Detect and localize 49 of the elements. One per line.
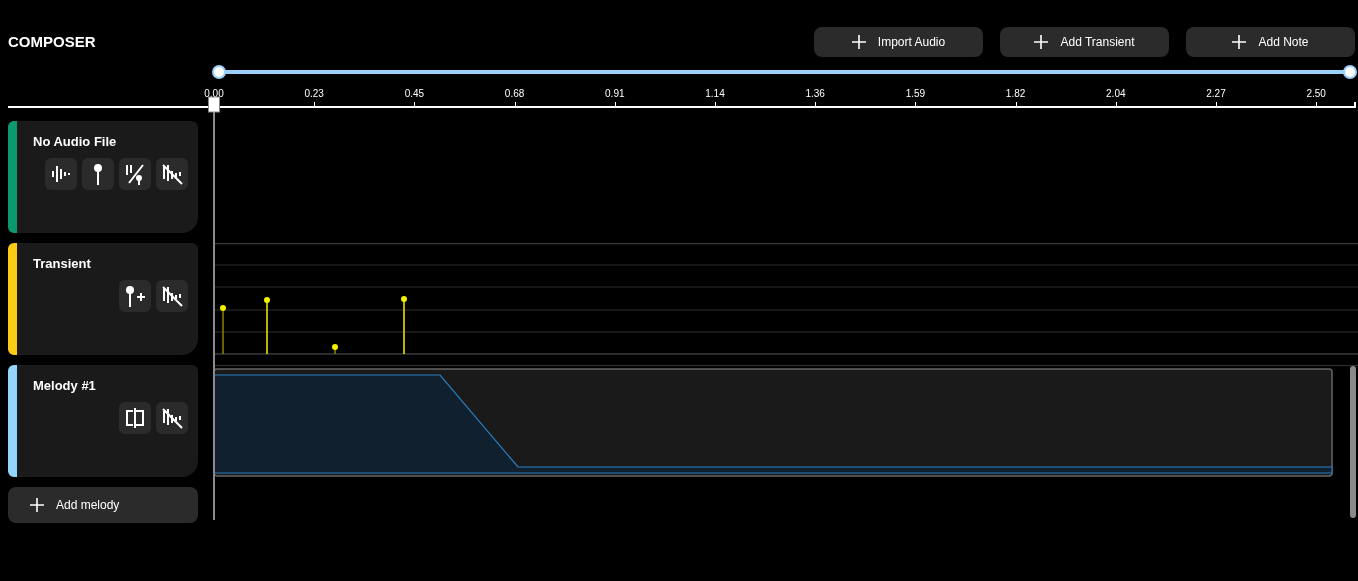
ruler-label: 2.50 (1306, 88, 1326, 100)
ruler-label: 1.59 (905, 88, 926, 100)
plus-icon (851, 35, 866, 49)
zoom-slider[interactable] (212, 64, 1357, 79)
pin-plus-icon (124, 285, 146, 307)
transient-marker[interactable] (332, 344, 338, 355)
ruler-label: 1.36 (805, 88, 825, 100)
toolbar-button[interactable]: Import Audio (814, 27, 983, 57)
track-tool-button[interactable] (119, 280, 151, 312)
ruler-label: 0.91 (605, 88, 625, 100)
ruler-label: 1.82 (1005, 88, 1026, 100)
ruler-label: 0.45 (404, 88, 425, 100)
ruler-label: 0.00 (204, 88, 224, 100)
ruler-label: 0.23 (304, 88, 324, 100)
ruler-label: 0.68 (504, 88, 525, 100)
waveform-icon (51, 164, 71, 184)
track-tool-button[interactable] (119, 402, 151, 434)
track-name: No Audio File (33, 133, 118, 151)
ruler-label: 1.14 (705, 88, 725, 100)
track-tool-button[interactable] (156, 402, 188, 434)
plus-icon (30, 498, 44, 512)
toolbar-button[interactable]: Add Note (1186, 27, 1355, 57)
waveform-off-icon (161, 407, 183, 429)
app-title: COMPOSER (8, 31, 96, 52)
toolbar-button[interactable]: Add Transient (1000, 27, 1169, 57)
track-tool-button[interactable] (119, 158, 151, 190)
track-tool-button[interactable] (45, 158, 77, 190)
track-name: Transient (33, 255, 92, 273)
track-tool-button[interactable] (82, 158, 114, 190)
slider-thumb[interactable] (1343, 64, 1357, 79)
waveform-off-icon (161, 163, 183, 185)
pin-icon (92, 163, 104, 185)
transient-marker[interactable] (264, 297, 270, 355)
transient-marker[interactable] (220, 305, 226, 355)
split-icon (124, 408, 146, 428)
ruler-label: 2.04 (1106, 88, 1126, 100)
plus-icon (1034, 35, 1049, 49)
track-tool-button[interactable] (156, 280, 188, 312)
bars-pin-icon (124, 163, 146, 185)
transient-marker[interactable] (401, 296, 407, 355)
ruler-label: 2.27 (1206, 88, 1226, 100)
slider-thumb[interactable] (212, 64, 226, 79)
add-melody-button[interactable]: Add melody (8, 487, 198, 523)
waveform-off-icon (161, 285, 183, 307)
track-name: Melody #1 (33, 377, 97, 395)
track-tool-button[interactable] (156, 158, 188, 190)
scrollbar[interactable] (1350, 366, 1356, 518)
playhead[interactable] (207, 96, 221, 520)
plus-icon (1232, 35, 1247, 49)
